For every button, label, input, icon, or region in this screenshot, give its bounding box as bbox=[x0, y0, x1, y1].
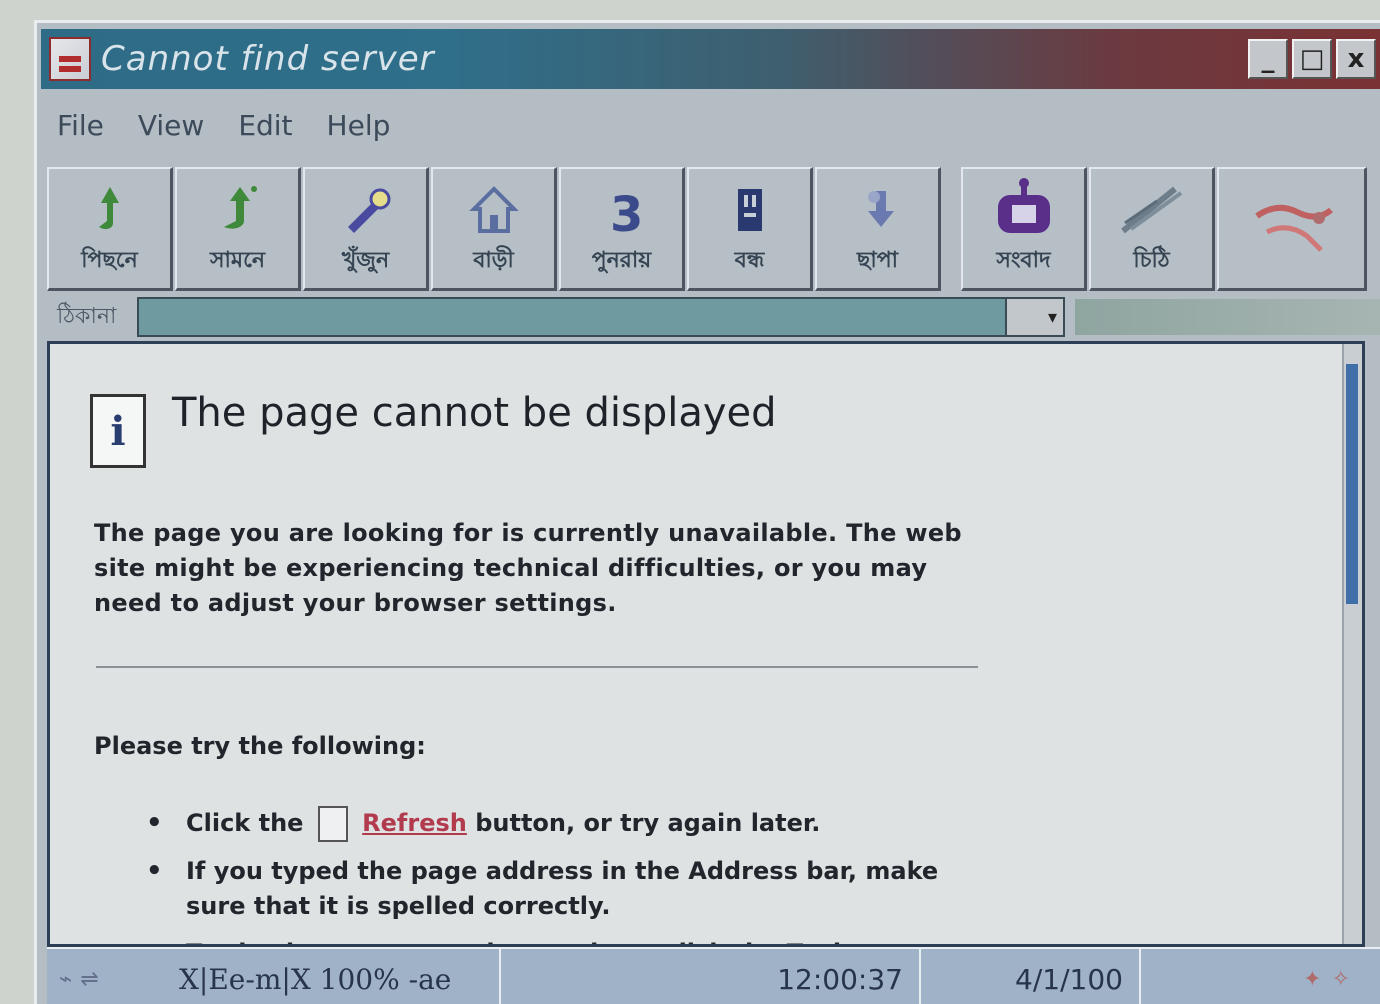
refresh-page-icon bbox=[317, 806, 348, 842]
status-icons: ⌁ ⇌ bbox=[59, 966, 179, 992]
bullet2-text: If you typed the page address in the Add… bbox=[186, 857, 939, 920]
chevron-down-icon: ▾ bbox=[1047, 306, 1057, 327]
search-label: খুঁজুন bbox=[341, 248, 390, 273]
tray-icon[interactable]: ✦ bbox=[1303, 966, 1321, 992]
news-button[interactable]: সংবাদ bbox=[961, 167, 1087, 291]
tray-icon[interactable]: ✧ bbox=[1332, 966, 1350, 992]
connection-icon: ⇌ bbox=[80, 966, 99, 991]
window-title: Cannot find server bbox=[101, 39, 435, 79]
network-icon: ⌁ bbox=[59, 966, 73, 991]
news-label: সংবাদ bbox=[996, 248, 1051, 273]
address-input[interactable] bbox=[137, 297, 1007, 337]
stop-button[interactable]: বন্ধ bbox=[687, 167, 813, 291]
error-description: The page you are looking for is currentl… bbox=[94, 519, 962, 617]
bullet1-prefix: Click the bbox=[186, 809, 304, 837]
search-button[interactable]: খুঁজুন bbox=[303, 167, 429, 291]
divider bbox=[96, 666, 978, 668]
home-button[interactable]: বাড়ী bbox=[431, 167, 557, 291]
address-bar: ঠিকানা ▾ bbox=[47, 287, 1380, 347]
menu-help[interactable]: Help bbox=[327, 109, 391, 142]
forward-button[interactable]: সামনে bbox=[175, 167, 301, 291]
links-bar bbox=[1075, 299, 1380, 335]
status-time: 12:00:37 bbox=[501, 949, 921, 1004]
vertical-scrollbar[interactable] bbox=[1342, 344, 1362, 944]
mail-icon bbox=[1117, 177, 1187, 237]
try-following-label: Please try the following: bbox=[94, 732, 426, 760]
brand-icon bbox=[1247, 196, 1337, 256]
stop-icon bbox=[722, 177, 778, 237]
back-button[interactable]: পিছনে bbox=[47, 167, 173, 291]
forward-label: সামনে bbox=[209, 248, 266, 273]
brand-button[interactable] bbox=[1217, 167, 1367, 291]
status-bar: ⌁ ⇌ X|Ee-m|X 100% -ae 12:00:37 4/1/100 ✦… bbox=[47, 947, 1380, 1004]
refresh-link[interactable]: Refresh bbox=[362, 809, 467, 837]
browser-window: Cannot find server _ □ x File View Edit … bbox=[34, 20, 1380, 1004]
bullet1-suffix: button, or try again later. bbox=[475, 809, 821, 837]
minimize-button[interactable]: _ bbox=[1248, 39, 1288, 79]
list-item: To check your connection settings, click… bbox=[146, 936, 946, 944]
home-label: বাড়ী bbox=[473, 248, 514, 273]
scrollbar-thumb[interactable] bbox=[1346, 364, 1358, 604]
status-text: X|Ee-m|X 100% -ae bbox=[179, 949, 501, 1004]
page-title: The page cannot be displayed bbox=[172, 390, 777, 436]
search-icon bbox=[338, 177, 394, 237]
print-button[interactable]: ছাপা bbox=[815, 167, 941, 291]
back-label: পিছনে bbox=[81, 248, 138, 273]
info-icon: i bbox=[90, 394, 146, 468]
mail-button[interactable]: চিঠি bbox=[1089, 167, 1215, 291]
svg-text:3: 3 bbox=[610, 187, 643, 237]
close-button[interactable]: x bbox=[1336, 39, 1376, 79]
menu-file[interactable]: File bbox=[57, 109, 104, 142]
refresh-button[interactable]: 3 পুনরায় bbox=[559, 167, 685, 291]
list-item: Click the Refresh button, or try again l… bbox=[146, 806, 946, 842]
forward-icon bbox=[210, 177, 266, 237]
bullet3-text: To check your connection settings, click… bbox=[186, 939, 939, 944]
refresh-label: পুনরায় bbox=[591, 248, 652, 273]
back-icon bbox=[85, 177, 135, 237]
suggestion-list: Click the Refresh button, or try again l… bbox=[146, 806, 946, 944]
address-label: ঠিকানা bbox=[57, 302, 117, 328]
maximize-button[interactable]: □ bbox=[1292, 39, 1332, 79]
menu-view[interactable]: View bbox=[138, 109, 204, 142]
news-icon bbox=[992, 177, 1056, 237]
menu-edit[interactable]: Edit bbox=[238, 109, 292, 142]
stop-label: বন্ধ bbox=[734, 248, 765, 273]
home-icon bbox=[466, 177, 522, 237]
toolbar: পিছনে সামনে খুঁজুন বাড়ী 3 পুনরায় বন্ধ … bbox=[47, 141, 1380, 291]
window-controls: _ □ x bbox=[1248, 39, 1376, 79]
mail-label: চিঠি bbox=[1133, 248, 1170, 273]
page-content: i The page cannot be displayed The page … bbox=[47, 341, 1365, 947]
status-date: 4/1/100 bbox=[921, 949, 1141, 1004]
app-icon bbox=[49, 37, 91, 81]
error-heading: i The page cannot be displayed bbox=[90, 390, 777, 468]
system-tray: ✦ ✧ bbox=[1141, 966, 1380, 992]
print-label: ছাপা bbox=[856, 248, 899, 273]
print-icon bbox=[850, 177, 906, 237]
address-dropdown-button[interactable]: ▾ bbox=[1007, 297, 1065, 337]
list-item: If you typed the page address in the Add… bbox=[146, 854, 946, 924]
title-bar[interactable]: Cannot find server _ □ x bbox=[41, 29, 1380, 89]
refresh-icon: 3 bbox=[594, 177, 650, 237]
